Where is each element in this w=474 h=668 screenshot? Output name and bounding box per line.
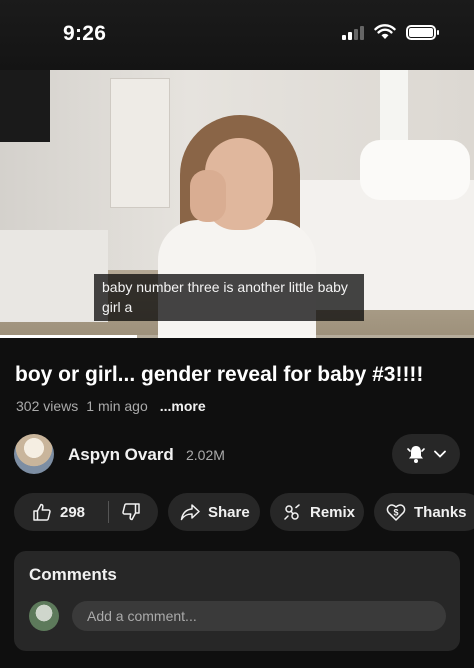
cellular-signal-icon bbox=[342, 25, 364, 40]
like-divider bbox=[108, 501, 109, 523]
thanks-button[interactable]: $ Thanks bbox=[374, 493, 474, 531]
thanks-label: Thanks bbox=[414, 503, 467, 521]
share-icon bbox=[180, 504, 200, 521]
upload-age: 1 min ago bbox=[86, 398, 148, 414]
notification-bell-button[interactable] bbox=[392, 434, 460, 474]
video-progress-bar[interactable] bbox=[0, 335, 474, 338]
share-label: Share bbox=[208, 503, 250, 521]
channel-name[interactable]: Aspyn Ovard bbox=[68, 445, 174, 465]
status-icons bbox=[342, 24, 439, 40]
like-dislike-pill: 298 bbox=[14, 493, 158, 531]
video-meta[interactable]: 302 views 1 min ago ...more bbox=[16, 398, 206, 414]
share-button[interactable]: Share bbox=[168, 493, 260, 531]
remix-label: Remix bbox=[310, 503, 356, 521]
remix-icon bbox=[284, 504, 300, 520]
video-title[interactable]: boy or girl... gender reveal for baby #3… bbox=[15, 363, 465, 387]
dislike-icon[interactable] bbox=[121, 502, 141, 522]
remix-button[interactable]: Remix bbox=[270, 493, 364, 531]
svg-text:$: $ bbox=[393, 508, 398, 518]
subscriber-count: 2.02M bbox=[186, 447, 225, 463]
more-link[interactable]: ...more bbox=[160, 398, 206, 414]
like-icon[interactable] bbox=[32, 502, 52, 522]
chevron-down-icon bbox=[434, 450, 446, 458]
channel-row: Aspyn Ovard 2.02M bbox=[14, 434, 460, 474]
video-progress-fill bbox=[0, 335, 138, 338]
bell-icon bbox=[407, 446, 425, 463]
status-time: 9:26 bbox=[63, 22, 107, 45]
view-count: 302 views bbox=[16, 398, 79, 414]
add-comment-input[interactable]: Add a comment... bbox=[72, 601, 446, 631]
comments-title: Comments bbox=[29, 565, 117, 584]
video-player[interactable]: baby number three is another little baby… bbox=[0, 70, 474, 338]
like-count[interactable]: 298 bbox=[60, 504, 85, 521]
heart-dollar-icon: $ bbox=[386, 504, 406, 521]
channel-avatar[interactable] bbox=[14, 434, 54, 474]
status-bar: 9:26 bbox=[0, 0, 474, 70]
user-avatar bbox=[29, 601, 59, 631]
comments-panel[interactable]: Comments Add a comment... bbox=[14, 551, 460, 651]
wifi-icon bbox=[374, 24, 396, 39]
video-caption: baby number three is another little baby… bbox=[94, 274, 364, 321]
battery-icon bbox=[406, 24, 439, 40]
